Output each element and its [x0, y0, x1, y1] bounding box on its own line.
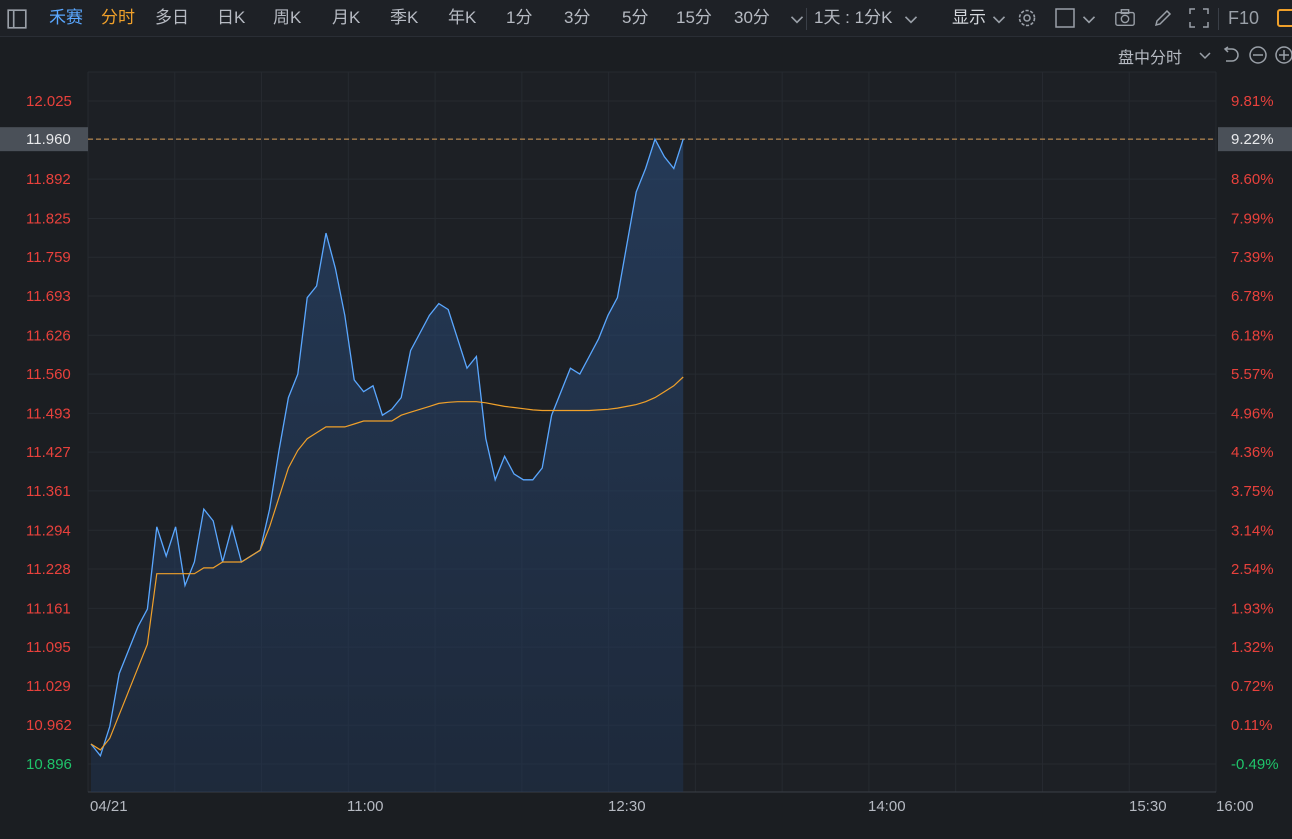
- y-tick-label-price: 10.896: [26, 756, 72, 773]
- y-tick-label-pct: 9.81%: [1231, 93, 1274, 110]
- y-tick-label-pct: 7.39%: [1231, 249, 1274, 266]
- intraday-chart[interactable]: 12.025 11.960 11.892 11.825 11.759 11.693 11.6…: [0, 0, 1292, 839]
- y-tick-label-price: 11.228: [26, 561, 71, 578]
- y-tick-label-pct: 2.54%: [1231, 561, 1274, 578]
- y-tick-label-price: 11.892: [26, 171, 71, 188]
- y-tick-label-pct: 7.99%: [1231, 210, 1274, 227]
- y-tick-label-pct: -0.49%: [1231, 756, 1279, 773]
- x-tick-label: 16:00: [1216, 798, 1254, 815]
- y-axis-right: 9.81% 9.22% 8.60% 7.99% 7.39% 6.78% 6.18% 5.57%…: [1218, 93, 1292, 773]
- y-tick-label-price: 11.161: [26, 600, 71, 617]
- y-tick-label-price: 11.626: [26, 327, 71, 344]
- y-tick-label-pct: 1.32%: [1231, 639, 1274, 656]
- y-tick-label-price: 11.029: [26, 678, 71, 695]
- x-tick-label: 04/21: [90, 798, 128, 815]
- y-tick-label-price: 11.560: [26, 366, 71, 383]
- y-tick-label-pct: 3.14%: [1231, 522, 1274, 539]
- y-tick-label-price: 11.493: [26, 405, 71, 422]
- y-tick-label-pct: 6.78%: [1231, 288, 1274, 305]
- x-axis: 04/21 11:00 12:30 14:00 15:30 16:00: [90, 798, 1254, 815]
- y-tick-label-price: 11.361: [26, 483, 71, 500]
- x-tick-label: 11:00: [347, 798, 383, 815]
- y-tick-label-price: 12.025: [26, 93, 72, 110]
- y-tick-label-pct: 1.93%: [1231, 600, 1274, 617]
- y-tick-label-price: 10.962: [26, 717, 72, 734]
- y-tick-label-pct: 6.18%: [1231, 327, 1274, 344]
- y-axis-left: 12.025 11.960 11.892 11.825 11.759 11.693 11.6…: [0, 93, 88, 773]
- y-tick-label-pct: 0.72%: [1231, 678, 1274, 695]
- y-tick-label-price: 11.825: [26, 210, 71, 227]
- y-tick-label-price: 11.427: [26, 444, 71, 461]
- y-tick-label-price: 11.095: [26, 639, 71, 656]
- y-tick-label-price: 11.759: [26, 249, 71, 266]
- y-tick-label-price: 11.693: [26, 288, 71, 305]
- y-tick-label-pct: 8.60%: [1231, 171, 1274, 188]
- y-tick-label-pct: 3.75%: [1231, 483, 1274, 500]
- y-tick-label-pct: 5.57%: [1231, 366, 1274, 383]
- y-tick-label-pct: 9.22%: [1231, 131, 1274, 148]
- x-tick-label: 15:30: [1129, 798, 1167, 815]
- y-tick-label-price: 11.294: [26, 522, 71, 539]
- x-tick-label: 12:30: [608, 798, 646, 815]
- y-tick-label-pct: 0.11%: [1231, 717, 1272, 734]
- y-tick-label-pct: 4.36%: [1231, 444, 1274, 461]
- y-tick-label-price: 11.960: [26, 131, 71, 148]
- y-tick-label-pct: 4.96%: [1231, 405, 1274, 422]
- x-tick-label: 14:00: [868, 798, 906, 815]
